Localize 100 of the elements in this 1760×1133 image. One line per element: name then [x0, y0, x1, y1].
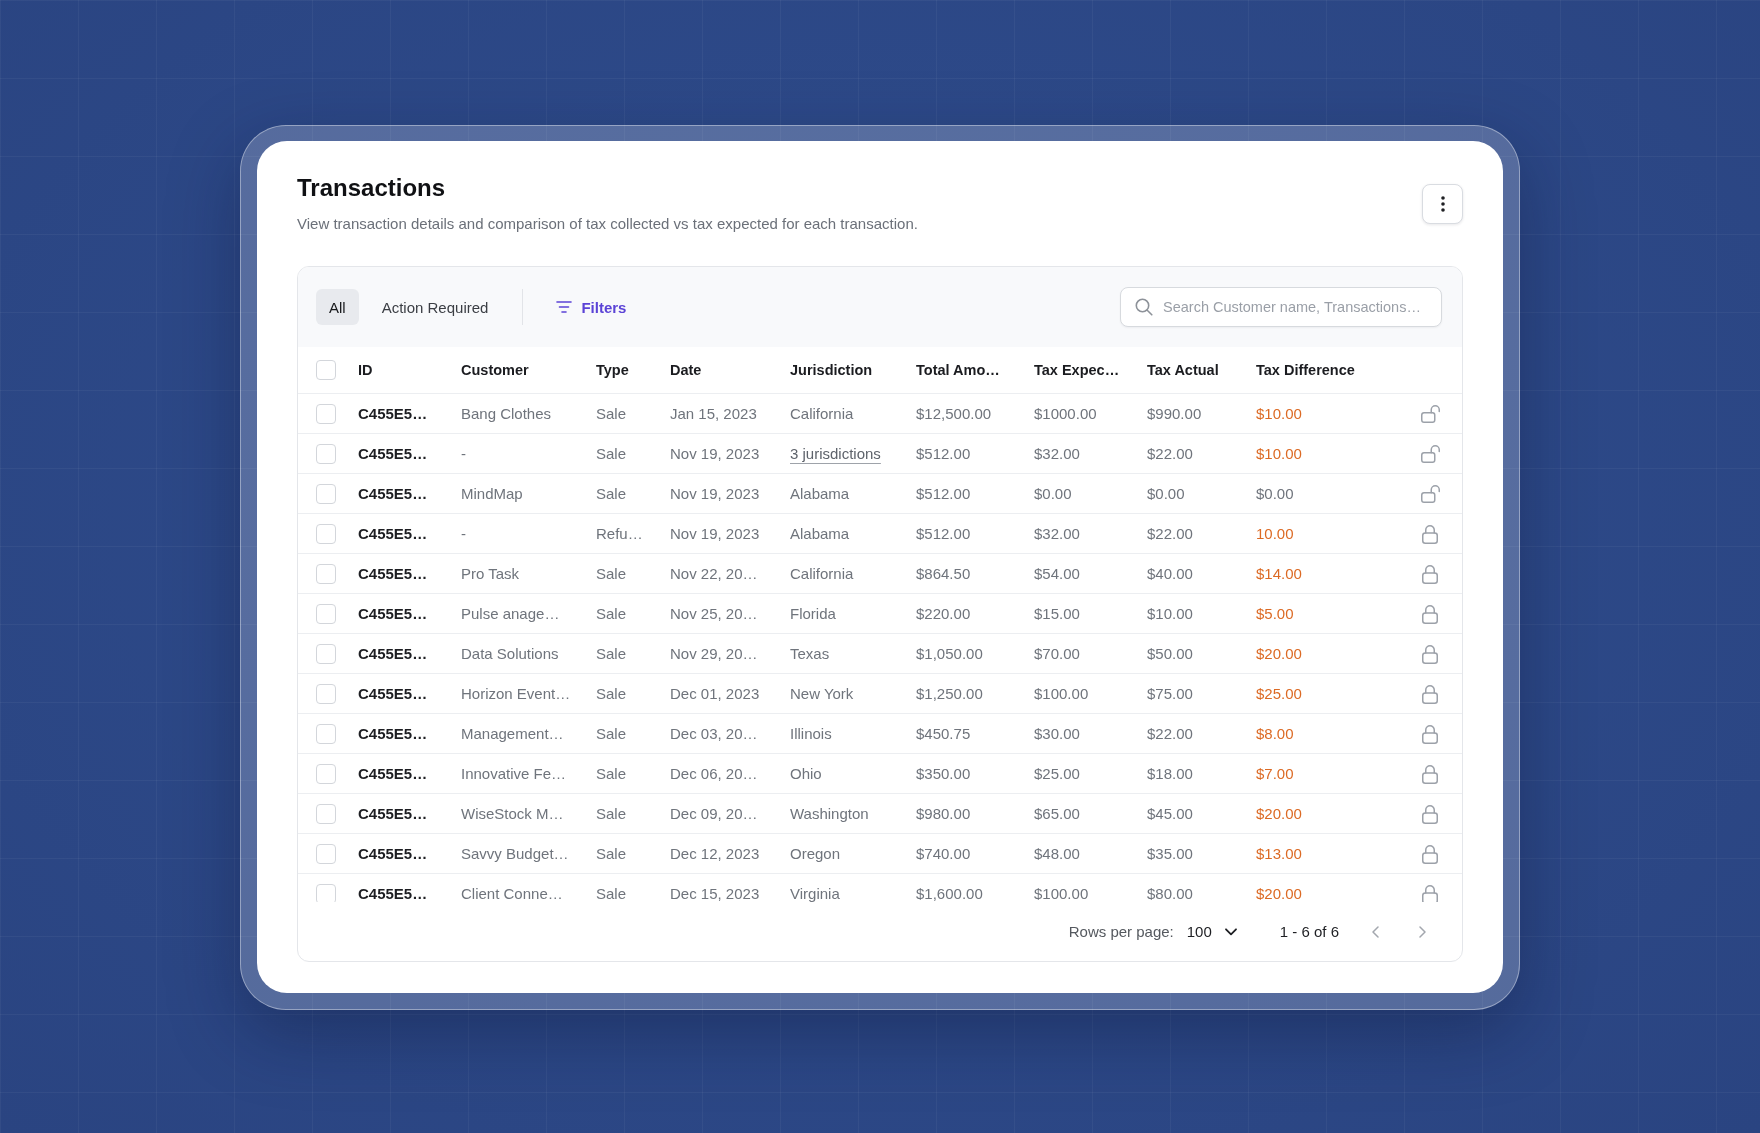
tax-actual: $990.00 [1147, 404, 1202, 422]
tax-actual: $50.00 [1147, 644, 1193, 662]
customer-name: - [461, 524, 466, 542]
tax-difference: 10.00 [1256, 524, 1294, 542]
transaction-id: C455E5… [358, 484, 428, 502]
more-options-button[interactable] [1422, 184, 1463, 224]
tax-actual: $18.00 [1147, 764, 1193, 782]
total-amount: $512.00 [916, 444, 971, 462]
customer-name: Horizon Event… [461, 684, 571, 702]
tax-difference: $14.00 [1256, 564, 1302, 582]
transaction-id: C455E5… [358, 764, 428, 782]
row-checkbox[interactable] [316, 523, 336, 544]
tax-expected: $1000.00 [1034, 404, 1097, 422]
tax-actual: $0.00 [1147, 484, 1185, 502]
column-header: Type [596, 362, 629, 378]
row-checkbox[interactable] [316, 883, 336, 902]
transaction-id: C455E5… [358, 724, 428, 742]
row-checkbox[interactable] [316, 483, 336, 504]
row-checkbox[interactable] [316, 443, 336, 464]
row-checkbox[interactable] [316, 683, 336, 704]
total-amount: $12,500.00 [916, 404, 992, 422]
row-checkbox[interactable] [316, 803, 336, 824]
tax-actual: $22.00 [1147, 524, 1193, 542]
column-header: ID [358, 362, 373, 378]
total-amount: $220.00 [916, 604, 971, 622]
tax-expected: $100.00 [1034, 684, 1089, 702]
tax-actual: $45.00 [1147, 804, 1193, 822]
row-checkbox[interactable] [316, 763, 336, 784]
transaction-date: Nov 19, 2023 [670, 484, 760, 502]
tax-actual: $40.00 [1147, 564, 1193, 582]
row-checkbox[interactable] [316, 603, 336, 624]
customer-name: Bang Clothes [461, 404, 552, 422]
tax-actual: $75.00 [1147, 684, 1193, 702]
column-header: Customer [461, 362, 529, 378]
total-amount: $1,600.00 [916, 884, 983, 902]
transaction-id: C455E5… [358, 804, 428, 822]
transaction-date: Nov 19, 2023 [670, 524, 760, 542]
transaction-date: Nov 29, 20… [670, 644, 758, 662]
customer-name: Pro Task [461, 564, 520, 582]
tax-actual: $22.00 [1147, 724, 1193, 742]
jurisdictions-link[interactable]: 3 jurisdictions [790, 444, 881, 462]
transaction-id: C455E5… [358, 884, 428, 902]
column-header: Jurisdiction [790, 362, 873, 378]
select-all-checkbox[interactable] [316, 360, 336, 380]
customer-name: - [461, 444, 466, 462]
tax-expected: $25.00 [1034, 764, 1080, 782]
jurisdiction: Alabama [790, 484, 850, 502]
jurisdiction: Oregon [790, 844, 841, 862]
transaction-date: Dec 03, 20… [670, 724, 758, 742]
row-checkbox[interactable] [316, 723, 336, 744]
tax-difference: $20.00 [1256, 804, 1302, 822]
customer-name: MindMap [461, 484, 523, 502]
transaction-date: Nov 25, 20… [670, 604, 758, 622]
page-description: View transaction details and comparison of tax collected vs tax expected for each transaction. [297, 214, 918, 234]
jurisdiction: New York [790, 684, 854, 702]
total-amount: $740.00 [916, 844, 971, 862]
transaction-type: Sale [596, 724, 627, 742]
column-header: Tax Difference [1256, 362, 1355, 378]
transaction-date: Jan 15, 2023 [670, 404, 757, 422]
tax-expected: $30.00 [1034, 724, 1080, 742]
tax-difference: $20.00 [1256, 644, 1302, 662]
rows-per-page-select[interactable]: 100 [1186, 923, 1237, 940]
tax-difference: $10.00 [1256, 444, 1302, 462]
column-header: Tax Actual [1147, 362, 1219, 378]
transaction-type: Sale [596, 844, 627, 862]
customer-name: Management… [461, 724, 564, 742]
jurisdiction: California [790, 564, 854, 582]
transaction-id: C455E5… [358, 684, 428, 702]
filters-button[interactable]: Filters [544, 289, 639, 325]
transaction-id: C455E5… [358, 564, 428, 582]
search-icon [1135, 298, 1153, 316]
jurisdiction: Ohio [790, 764, 822, 782]
row-checkbox[interactable] [316, 643, 336, 664]
row-checkbox[interactable] [316, 843, 336, 864]
total-amount: $1,050.00 [916, 644, 983, 662]
row-checkbox[interactable] [316, 403, 336, 424]
transaction-date: Dec 12, 2023 [670, 844, 760, 862]
transaction-type: Sale [596, 404, 627, 422]
search-field[interactable]: Search Customer name, Transactions… [1120, 287, 1442, 327]
filter-tab[interactable]: Action Required [368, 289, 502, 325]
tax-expected: $54.00 [1034, 564, 1080, 582]
tax-expected: $48.00 [1034, 844, 1080, 862]
tax-difference: $5.00 [1256, 604, 1294, 622]
tax-expected: $70.00 [1034, 644, 1080, 662]
transaction-type: Refu… [596, 524, 643, 542]
transaction-id: C455E5… [358, 604, 428, 622]
total-amount: $864.50 [916, 564, 971, 582]
row-checkbox[interactable] [316, 563, 336, 584]
transaction-id: C455E5… [358, 644, 428, 662]
transaction-type: Sale [596, 804, 627, 822]
jurisdiction: Virginia [790, 884, 840, 902]
chevron-down-icon [1224, 927, 1237, 936]
customer-name: Savvy Budget… [461, 844, 569, 862]
filter-tab[interactable]: All [316, 289, 359, 325]
customer-name: Client Conne… [461, 884, 563, 902]
tax-difference: $20.00 [1256, 884, 1302, 902]
jurisdiction: Washington [790, 804, 869, 822]
jurisdiction: California [790, 404, 854, 422]
transaction-date: Dec 09, 20… [670, 804, 758, 822]
rows-per-page-label: Rows per page: [1068, 923, 1174, 940]
